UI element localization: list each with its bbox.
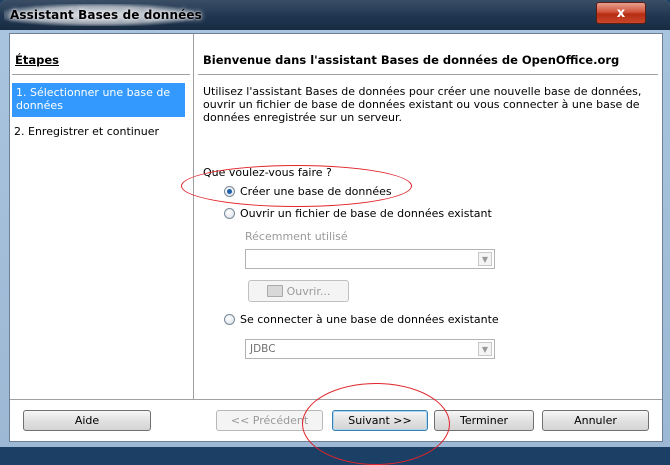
steps-divider [12, 74, 190, 75]
recent-label: Récemment utilisé [245, 230, 348, 243]
radio-unchecked-icon[interactable] [224, 208, 235, 219]
question-label: Que voulez-vous faire ? [203, 166, 332, 179]
window-title: Assistant Bases de données [10, 8, 202, 22]
radio-open-label: Ouvrir un fichier de base de données exi… [240, 207, 492, 220]
steps-heading: Étapes [15, 53, 59, 67]
radio-open-file[interactable]: Ouvrir un fichier de base de données exi… [224, 207, 492, 220]
page-title: Bienvenue dans l'assistant Bases de donn… [203, 53, 620, 67]
chevron-down-icon[interactable]: ▼ [478, 342, 492, 356]
step-item-select-database[interactable]: 1. Sélectionner une base de données [12, 83, 185, 117]
folder-icon [266, 285, 283, 297]
recent-files-combo[interactable]: ▼ [245, 249, 495, 269]
radio-create-database[interactable]: Créer une base de données [224, 185, 392, 198]
step-item-save-continue[interactable]: 2. Enregistrer et continuer [14, 125, 159, 138]
title-divider [198, 74, 658, 75]
radio-unchecked-icon[interactable] [224, 314, 235, 325]
dialog-client-area: Étapes 1. Sélectionner une base de donné… [9, 33, 663, 442]
title-bar[interactable]: Assistant Bases de données x [0, 0, 670, 30]
steps-pane: Étapes 1. Sélectionner une base de donné… [10, 34, 194, 399]
open-file-button-label: Ouvrir... [286, 284, 331, 298]
close-button[interactable]: x [596, 2, 646, 24]
radio-connect-database[interactable]: Se connecter à une base de données exist… [224, 313, 499, 326]
button-divider [10, 399, 662, 400]
cancel-button[interactable]: Annuler [542, 410, 649, 431]
chevron-down-icon[interactable]: ▼ [478, 252, 492, 266]
finish-button[interactable]: Terminer [434, 410, 534, 431]
connection-type-combo[interactable]: JDBC ▼ [245, 339, 495, 359]
radio-checked-icon[interactable] [224, 186, 235, 197]
connection-type-value: JDBC [250, 343, 276, 355]
open-file-button[interactable]: Ouvrir... [248, 280, 349, 302]
back-button[interactable]: << Précédent [216, 410, 323, 431]
intro-text: Utilisez l'assistant Bases de données po… [203, 85, 642, 124]
help-button[interactable]: Aide [23, 410, 151, 431]
radio-create-label: Créer une base de données [240, 185, 392, 198]
close-icon: x [616, 5, 626, 21]
radio-connect-label: Se connecter à une base de données exist… [240, 313, 499, 326]
next-button[interactable]: Suivant >> [332, 410, 428, 431]
